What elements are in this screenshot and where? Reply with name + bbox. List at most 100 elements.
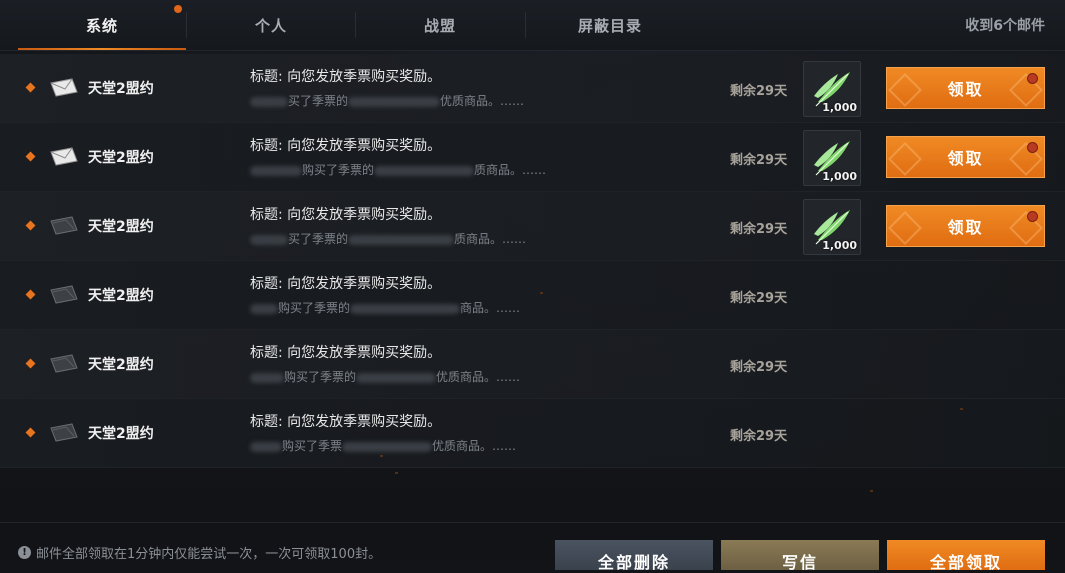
remaining-days: 剩余29天 [730, 291, 788, 306]
attachment-slot[interactable]: 1,000 [803, 61, 861, 117]
mail-preview: 买了季票的 优质商品。…… [250, 92, 524, 109]
red-dot-icon [1027, 142, 1038, 153]
claim-label: 领取 [947, 149, 984, 168]
mail-count: 收到6个邮件 [965, 18, 1045, 34]
mail-row[interactable]: 天堂2盟约 标题: 向您发放季票购买奖励。 购买了季票的 商品。…… 剩余29天 [0, 261, 1065, 330]
claim-label: 领取 [947, 80, 984, 99]
redacted-text [250, 96, 288, 107]
write-mail-button[interactable]: 写信 [721, 540, 879, 572]
tab-block-list[interactable]: 屏蔽目录 [526, 0, 694, 50]
preview-text: 质商品。…… [474, 163, 547, 177]
mail-row[interactable]: 天堂2盟约 标题: 向您发放季票购买奖励。 买了季票的 优质商品。…… 剩余29天… [0, 54, 1065, 123]
attachment-quantity: 1,000 [822, 239, 857, 252]
envelope-icon [50, 78, 78, 97]
unread-bullet-icon [25, 151, 36, 162]
redacted-text [348, 234, 455, 245]
preview-text: 商品。…… [460, 301, 521, 315]
button-ornament [888, 142, 922, 176]
redacted-text [250, 165, 302, 176]
unread-bullet-icon [25, 358, 36, 369]
preview-text: 买了季票的 [288, 232, 349, 246]
preview-text: 购买了季票的 [284, 370, 357, 384]
preview-text: 购买了季票 [282, 439, 343, 453]
unread-bullet-icon [25, 220, 36, 231]
preview-text: 购买了季票的 [278, 301, 351, 315]
tab-bar: 系统 个人 战盟 屏蔽目录 收到6个邮件 [0, 0, 1065, 51]
envelope-icon [50, 147, 78, 166]
claim-all-button[interactable]: 全部领取 [887, 540, 1045, 572]
redacted-text [250, 234, 288, 245]
preview-text: 优质商品。…… [436, 370, 521, 384]
button-ornament [888, 73, 922, 107]
mail-preview: 购买了季票的 商品。…… [250, 299, 520, 316]
info-icon: ! [18, 546, 31, 559]
mail-title: 标题: 向您发放季票购买奖励。 [250, 345, 442, 361]
unread-bullet-icon [25, 427, 36, 438]
mail-sender: 天堂2盟约 [88, 357, 154, 373]
mail-title: 标题: 向您发放季票购买奖励。 [250, 414, 442, 430]
preview-text: 质商品。…… [454, 232, 527, 246]
mail-title: 标题: 向您发放季票购买奖励。 [250, 69, 442, 85]
preview-text: 优质商品。…… [440, 94, 525, 108]
attachment-slot[interactable]: 1,000 [803, 130, 861, 186]
claim-label: 领取 [947, 218, 984, 237]
remaining-days: 剩余29天 [730, 153, 788, 168]
mail-sender: 天堂2盟约 [88, 288, 154, 304]
mail-preview: 购买了季票的 优质商品。…… [250, 368, 520, 385]
mail-list: 天堂2盟约 标题: 向您发放季票购买奖励。 买了季票的 优质商品。…… 剩余29天… [0, 54, 1065, 468]
redacted-text [250, 372, 284, 383]
redacted-text [250, 303, 278, 314]
mail-row[interactable]: 天堂2盟约 标题: 向您发放季票购买奖励。 买了季票的 质商品。…… 剩余29天 … [0, 192, 1065, 261]
opened-envelope-icon [50, 285, 78, 304]
ember-particle [540, 292, 543, 294]
preview-text: 优质商品。…… [432, 439, 517, 453]
mail-title: 标题: 向您发放季票购买奖励。 [250, 207, 442, 223]
tab-label: 战盟 [423, 16, 456, 35]
redacted-text [356, 372, 437, 383]
tab-label: 系统 [85, 16, 118, 35]
redacted-text [350, 303, 461, 314]
ember-particle [870, 490, 873, 492]
claim-button[interactable]: 领取 [886, 67, 1045, 109]
remaining-days: 剩余29天 [730, 429, 788, 444]
active-tab-underline [18, 48, 186, 50]
remaining-days: 剩余29天 [730, 360, 788, 375]
red-dot-icon [1027, 73, 1038, 84]
mail-preview: 购买了季票的 质商品。…… [250, 161, 546, 178]
preview-text: 买了季票的 [288, 94, 349, 108]
button-ornament [888, 211, 922, 245]
mail-title: 标题: 向您发放季票购买奖励。 [250, 276, 442, 292]
mail-row[interactable]: 天堂2盟约 标题: 向您发放季票购买奖励。 购买了季票的 优质商品。…… 剩余29… [0, 330, 1065, 399]
tab-alliance[interactable]: 战盟 [356, 0, 524, 50]
redacted-text [374, 165, 475, 176]
mail-title: 标题: 向您发放季票购买奖励。 [250, 138, 442, 154]
unread-bullet-icon [25, 289, 36, 300]
opened-envelope-icon [50, 423, 78, 442]
footer-bar: ! 邮件全部领取在1分钟内仅能尝试一次，一次可领取100封。 全部删除 写信 全… [0, 522, 1065, 572]
ember-particle [380, 455, 383, 457]
tab-label: 屏蔽目录 [577, 16, 642, 35]
notice-text: 邮件全部领取在1分钟内仅能尝试一次，一次可领取100封。 [36, 547, 382, 562]
ember-particle [395, 472, 398, 474]
claim-button[interactable]: 领取 [886, 136, 1045, 178]
redacted-text [250, 441, 282, 452]
red-dot-icon [1027, 211, 1038, 222]
attachment-quantity: 1,000 [822, 170, 857, 183]
mail-row[interactable]: 天堂2盟约 标题: 向您发放季票购买奖励。 购买了季票的 质商品。…… 剩余29天… [0, 123, 1065, 192]
remaining-days: 剩余29天 [730, 222, 788, 237]
claim-button[interactable]: 领取 [886, 205, 1045, 247]
tab-personal[interactable]: 个人 [187, 0, 355, 50]
ember-particle [960, 408, 963, 410]
mail-row[interactable]: 天堂2盟约 标题: 向您发放季票购买奖励。 购买了季票 优质商品。…… 剩余29天 [0, 399, 1065, 468]
mail-sender: 天堂2盟约 [88, 219, 154, 235]
attachment-slot[interactable]: 1,000 [803, 199, 861, 255]
claim-notice: ! 邮件全部领取在1分钟内仅能尝试一次，一次可领取100封。 [18, 543, 381, 562]
notification-dot-icon [174, 5, 182, 13]
tab-system[interactable]: 系统 [18, 0, 186, 50]
delete-all-button[interactable]: 全部删除 [555, 540, 713, 572]
mail-sender: 天堂2盟约 [88, 426, 154, 442]
remaining-days: 剩余29天 [730, 84, 788, 99]
preview-text: 购买了季票的 [302, 163, 375, 177]
mail-sender: 天堂2盟约 [88, 81, 154, 97]
attachment-quantity: 1,000 [822, 101, 857, 114]
